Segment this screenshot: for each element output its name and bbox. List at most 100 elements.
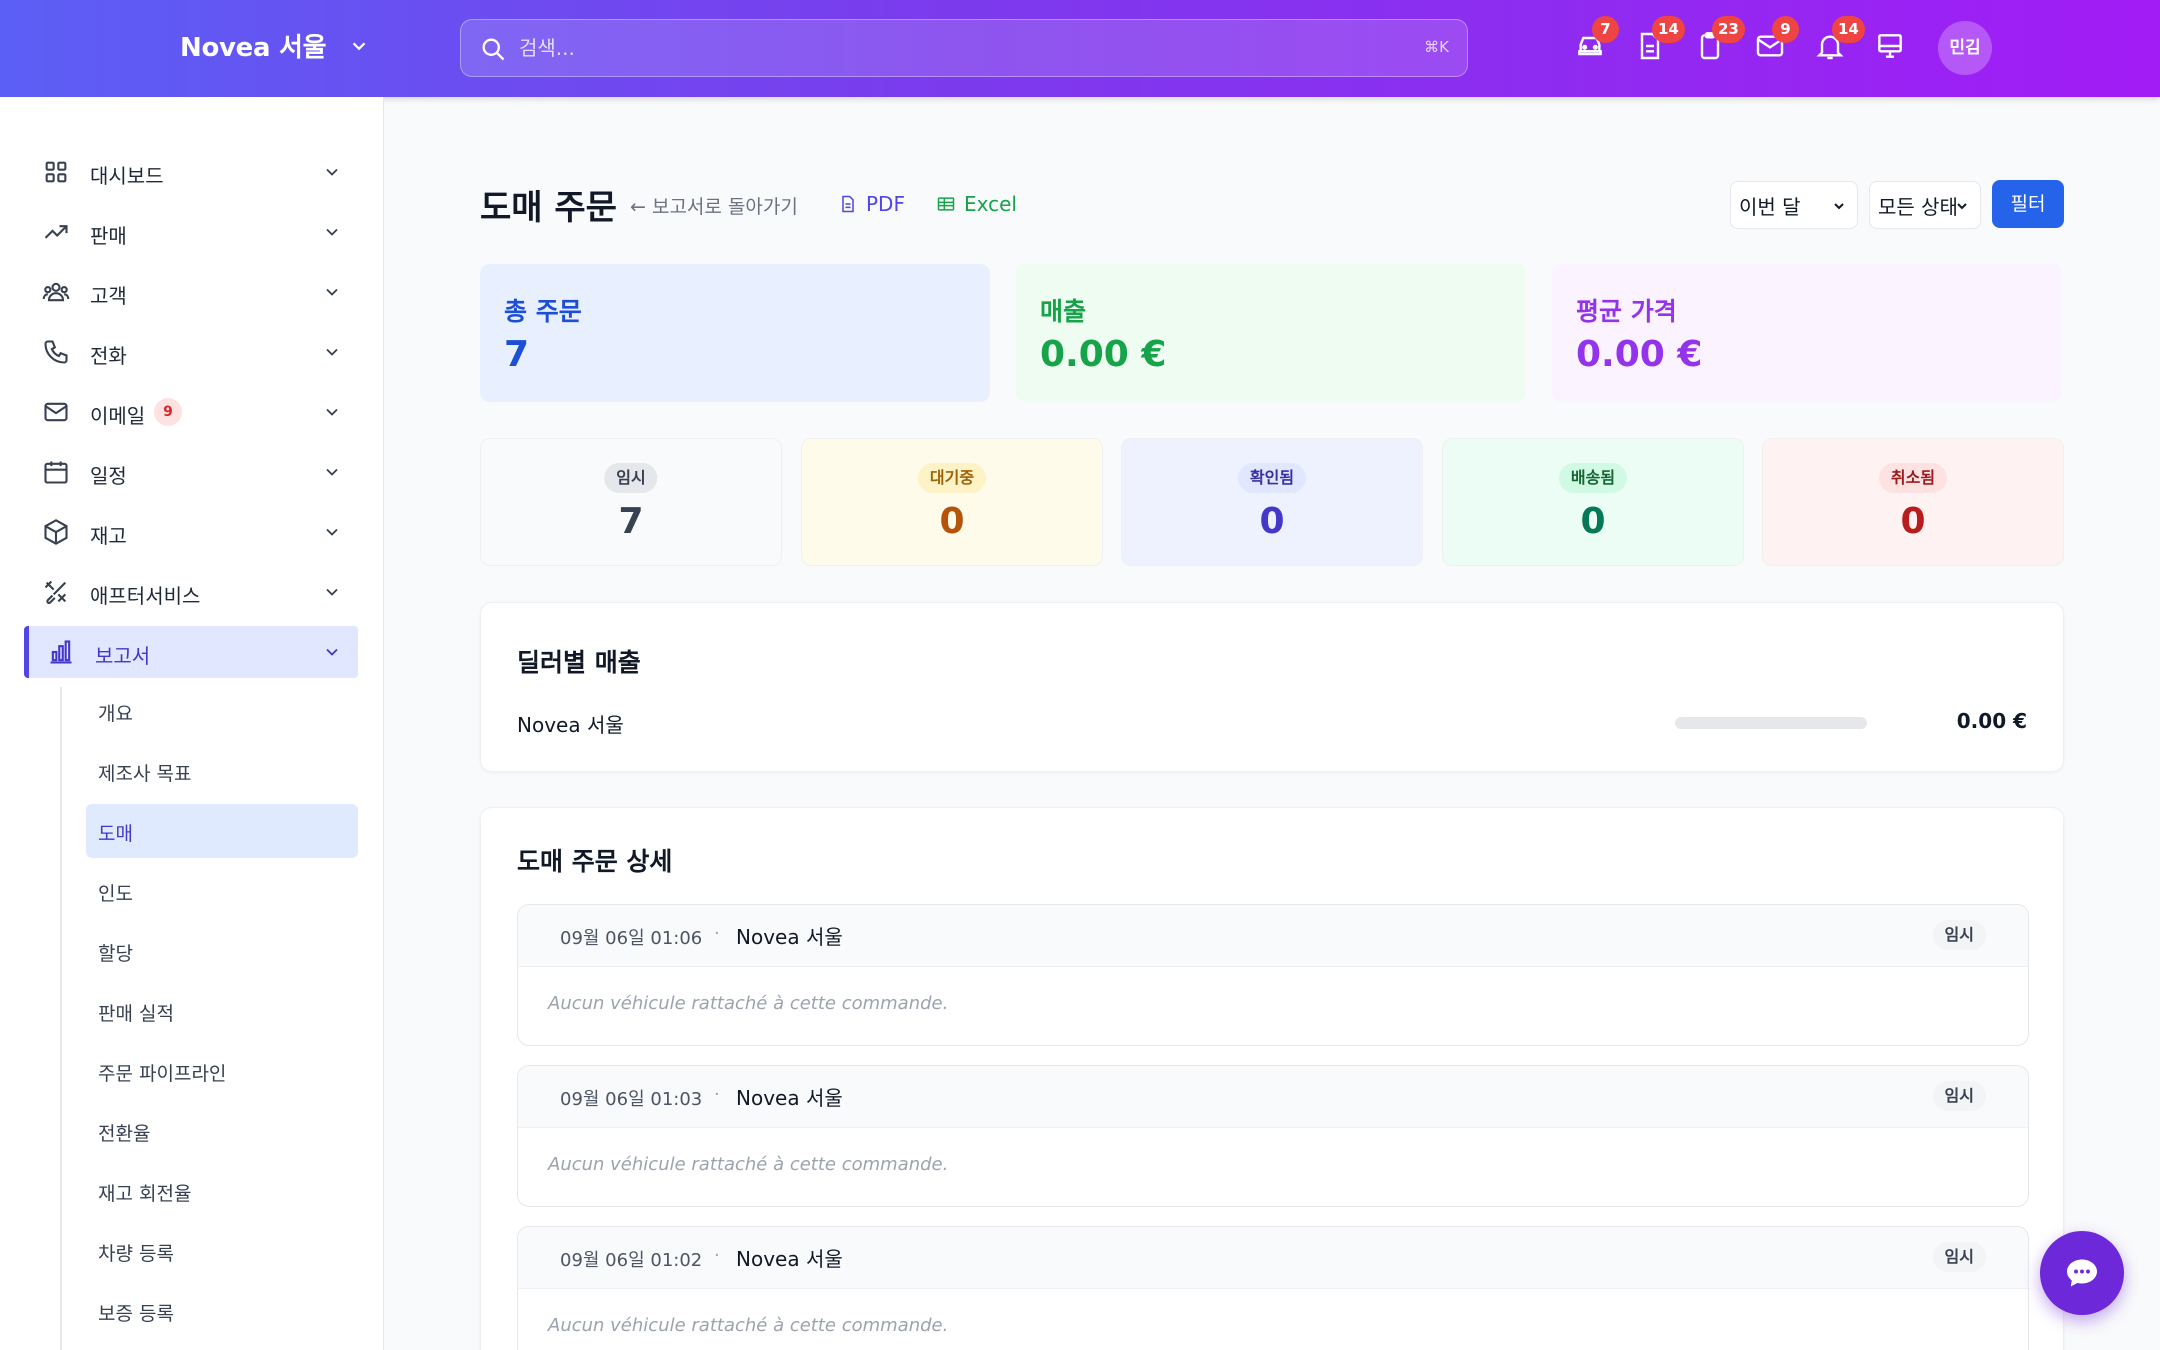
user-avatar[interactable]: 민김 xyxy=(1938,21,1992,75)
spreadsheet-icon xyxy=(937,197,955,211)
dealer-share-bar xyxy=(1675,717,1867,729)
clipboard-button[interactable]: 23 xyxy=(1694,16,1745,66)
status-pill: 취소됨 xyxy=(1878,463,1948,493)
sidebar-item-dashboard[interactable]: 대시보드 xyxy=(24,146,358,198)
sub-item-vehicle-registration[interactable]: 차량 등록 xyxy=(86,1224,358,1278)
bar-chart-icon xyxy=(47,638,75,666)
sub-item-delivery[interactable]: 인도 xyxy=(86,864,358,918)
order-note: Aucun véhicule rattaché à cette commande… xyxy=(548,993,949,1014)
export-pdf-link[interactable]: PDF xyxy=(838,192,905,216)
mail-icon xyxy=(42,398,70,426)
period-select[interactable]: 이번 달 xyxy=(1730,181,1858,229)
card-title: 도매 주문 상세 xyxy=(517,847,673,876)
sub-item-stock-turnover[interactable]: 재고 회전율 xyxy=(86,1164,358,1218)
pdf-label: PDF xyxy=(866,192,905,216)
status-select[interactable]: 모든 상태 xyxy=(1869,181,1981,229)
grid-icon xyxy=(42,158,70,186)
kpi-value: 0.00 € xyxy=(1576,334,1703,375)
sub-item-label: 판매 실적 xyxy=(98,1003,174,1025)
kpi-total-orders: 총 주문 7 xyxy=(480,264,990,402)
separator-dot: · xyxy=(714,1245,720,1266)
back-to-reports-link[interactable]: ← 보고서로 돌아가기 xyxy=(630,192,798,219)
status-pill: 배송됨 xyxy=(1558,463,1628,493)
sidebar-item-customers[interactable]: 고객 xyxy=(24,266,358,318)
box-icon xyxy=(42,518,70,546)
order-item[interactable]: 09월 06일 01:06 · Novea 서울 임시 Aucun véhicu… xyxy=(517,904,2029,1046)
sidebar-item-sales[interactable]: 판매 xyxy=(24,206,358,258)
search-input[interactable] xyxy=(519,20,1379,76)
chevron-down-icon xyxy=(326,288,338,296)
sidebar-item-label: 고객 xyxy=(90,284,127,308)
search-bar[interactable]: ⌘K xyxy=(460,19,1468,77)
sidebar-item-schedule[interactable]: 일정 xyxy=(24,446,358,498)
order-dealer: Novea 서울 xyxy=(736,1247,843,1271)
kpi-label: 총 주문 xyxy=(504,297,582,326)
sub-item-order-pipeline[interactable]: 주문 파이프라인 xyxy=(86,1044,358,1098)
kpi-average-price: 평균 가격 0.00 € xyxy=(1552,264,2062,402)
status-card-draft: 임시 7 xyxy=(480,438,782,566)
order-status-badge: 임시 xyxy=(1932,1081,1986,1111)
sidebar-item-email[interactable]: 이메일 9 xyxy=(24,386,358,438)
sidebar-item-label: 일정 xyxy=(90,464,127,488)
sidebar-item-after-service[interactable]: 애프터서비스 xyxy=(24,566,358,618)
sub-item-label: 보증 등록 xyxy=(98,1303,174,1325)
sub-item-allocation[interactable]: 할당 xyxy=(86,924,358,978)
documents-badge: 14 xyxy=(1652,16,1685,43)
order-date: 09월 06일 01:02 xyxy=(560,1250,703,1271)
sub-item-label: 차량 등록 xyxy=(98,1243,174,1265)
order-dealer: Novea 서울 xyxy=(736,1086,843,1110)
sub-item-label: 전환율 xyxy=(98,1123,151,1145)
filter-button[interactable]: 필터 xyxy=(1992,180,2064,228)
sub-item-label: 주문 파이프라인 xyxy=(98,1063,227,1085)
display-button[interactable] xyxy=(1874,30,1910,66)
sidebar-item-calls[interactable]: 전화 xyxy=(24,326,358,378)
chevron-down-icon xyxy=(326,228,338,236)
kpi-value: 0.00 € xyxy=(1040,334,1167,375)
mail-button[interactable]: 9 xyxy=(1754,16,1799,66)
chat-button[interactable] xyxy=(2040,1231,2124,1315)
status-count: 0 xyxy=(939,501,965,542)
status-count: 0 xyxy=(1900,501,1926,542)
chat-bubble-icon xyxy=(2067,1259,2097,1287)
status-count: 7 xyxy=(618,501,644,542)
calendar-icon xyxy=(42,458,70,486)
order-date: 09월 06일 01:06 xyxy=(560,928,703,949)
order-item[interactable]: 09월 06일 01:03 · Novea 서울 임시 Aucun véhicu… xyxy=(517,1065,2029,1207)
dealer-switcher[interactable]: Novea 서울 xyxy=(180,27,370,64)
order-details-card: 도매 주문 상세 09월 06일 01:06 · Novea 서울 임시 Auc… xyxy=(480,807,2064,1350)
export-excel-link[interactable]: Excel xyxy=(936,192,1017,216)
mail-badge: 9 xyxy=(1772,16,1799,43)
sub-item-label: 인도 xyxy=(98,883,133,905)
kpi-label: 평균 가격 xyxy=(1576,297,1677,326)
notifications-badge: 14 xyxy=(1832,16,1865,43)
sub-item-maker-targets[interactable]: 제조사 목표 xyxy=(86,744,358,798)
chevron-down-icon xyxy=(326,648,338,656)
sub-item-warranty-registration[interactable]: 보증 등록 xyxy=(86,1284,358,1338)
cars-button[interactable]: 7 xyxy=(1574,16,1619,66)
sidebar-item-reports[interactable]: 보고서 xyxy=(24,626,358,678)
order-header: 09월 06일 01:06 · Novea 서울 임시 xyxy=(518,905,2028,967)
sub-item-wholesale[interactable]: 도매 xyxy=(86,804,358,858)
order-dealer: Novea 서울 xyxy=(736,925,843,949)
sidebar: 대시보드 판매 고객 전화 이메일 9 일정 재고 애프터서비스 보고서 개요 … xyxy=(0,97,384,1350)
documents-button[interactable]: 14 xyxy=(1634,16,1685,66)
status-count: 0 xyxy=(1259,501,1285,542)
sub-item-overview[interactable]: 개요 xyxy=(86,684,358,738)
order-status-badge: 임시 xyxy=(1932,1242,1986,1272)
sidebar-item-inventory[interactable]: 재고 xyxy=(24,506,358,558)
search-icon xyxy=(482,38,505,61)
order-item[interactable]: 09월 06일 01:02 · Novea 서울 임시 Aucun véhicu… xyxy=(517,1226,2029,1350)
sub-item-sales-performance[interactable]: 판매 실적 xyxy=(86,984,358,1038)
status-pill: 대기중 xyxy=(917,463,987,493)
chevron-down-icon xyxy=(326,468,338,476)
sidebar-item-label: 애프터서비스 xyxy=(90,584,201,608)
status-pill: 확인됨 xyxy=(1237,463,1307,493)
sub-item-conversion-rate[interactable]: 전환율 xyxy=(86,1104,358,1158)
status-card-confirmed: 확인됨 0 xyxy=(1121,438,1423,566)
period-select-value: 이번 달 xyxy=(1739,194,1801,219)
notifications-button[interactable]: 14 xyxy=(1814,16,1865,66)
chevron-down-icon xyxy=(1957,203,1967,210)
order-header: 09월 06일 01:02 · Novea 서울 임시 xyxy=(518,1227,2028,1289)
clipboard-badge: 23 xyxy=(1712,16,1745,43)
status-card-pending: 대기중 0 xyxy=(801,438,1103,566)
